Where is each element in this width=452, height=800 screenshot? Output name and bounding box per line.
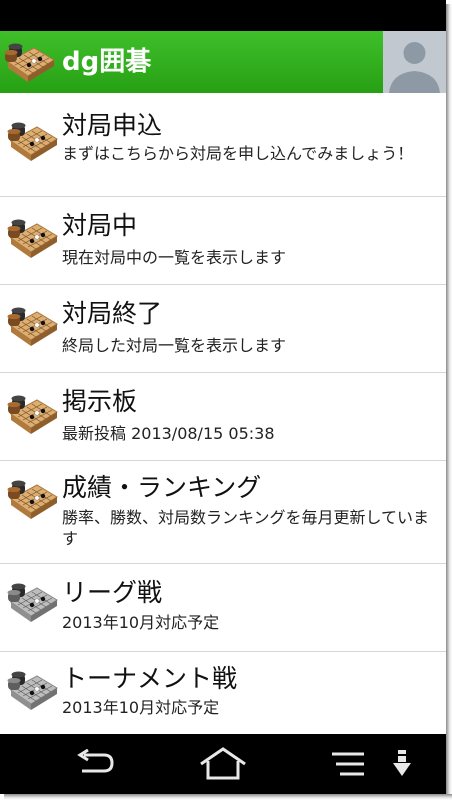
menu-item-subtitle: 勝率、勝数、対局数ランキングを毎月更新しています [62, 508, 430, 548]
menu-item-tournament[interactable]: トーナメント戦 2013年10月対応予定 [0, 652, 446, 734]
go-board-icon [7, 477, 59, 521]
go-board-icon [7, 304, 59, 348]
menu-item-finished[interactable]: 対局終了 終局した対局一覧を表示します [0, 285, 446, 373]
menu-item-subtitle: 終局した対局一覧を表示します [62, 336, 287, 355]
main-menu-list: 対局申込 まずはこちらから対局を申し込んでみましょう！ 対局中 現在対局中の一覧… [0, 93, 446, 734]
status-bar [0, 0, 446, 31]
go-board-icon [7, 216, 59, 260]
user-avatar-icon[interactable] [383, 31, 446, 93]
menu-item-subtitle: 現在対局中の一覧を表示します [62, 248, 287, 267]
menu-item-league[interactable]: リーグ戦 2013年10月対応予定 [0, 564, 446, 652]
menu-item-in-progress[interactable]: 対局中 現在対局中の一覧を表示します [0, 197, 446, 285]
go-board-icon[interactable] [4, 36, 56, 88]
menu-item-title: リーグ戦 [62, 578, 163, 607]
menu-item-subtitle: 最新投稿 2013/08/15 05:38 [62, 424, 275, 443]
menu-item-bulletin-board[interactable]: 掲示板 最新投稿 2013/08/15 05:38 [0, 373, 446, 461]
menu-item-title: 対局終了 [62, 299, 163, 328]
download-icon[interactable] [384, 734, 420, 794]
menu-item-title: 対局中 [62, 211, 138, 240]
home-icon[interactable] [190, 734, 256, 794]
go-board-icon [7, 668, 59, 712]
go-board-icon [7, 580, 59, 624]
menu-item-title: 成績・ランキング [62, 473, 262, 502]
go-board-icon [7, 119, 59, 163]
menu-item-subtitle: 2013年10月対応予定 [62, 698, 220, 717]
menu-item-match-request[interactable]: 対局申込 まずはこちらから対局を申し込んでみましょう！ [0, 93, 446, 197]
action-bar: dg囲碁 [0, 31, 446, 93]
menu-item-subtitle: まずはこちらから対局を申し込んでみましょう！ [62, 144, 414, 163]
page-shadow-right [446, 4, 452, 800]
menu-icon[interactable] [320, 734, 376, 794]
app-title: dg囲碁 [62, 47, 152, 77]
menu-item-subtitle: 2013年10月対応予定 [62, 613, 220, 632]
menu-item-ranking[interactable]: 成績・ランキング 勝率、勝数、対局数ランキングを毎月更新しています [0, 461, 446, 564]
menu-item-title: トーナメント戦 [62, 664, 238, 693]
go-board-icon [7, 392, 59, 436]
page-shadow-bottom [4, 794, 452, 800]
menu-item-title: 掲示板 [62, 387, 138, 416]
menu-item-title: 対局申込 [62, 111, 163, 140]
navigation-bar [0, 734, 446, 794]
app-screen: dg囲碁 対局申込 まずはこちらから対局を申し込んでみましょう！ 対局中 現在対… [0, 0, 446, 794]
back-icon[interactable] [64, 734, 128, 794]
